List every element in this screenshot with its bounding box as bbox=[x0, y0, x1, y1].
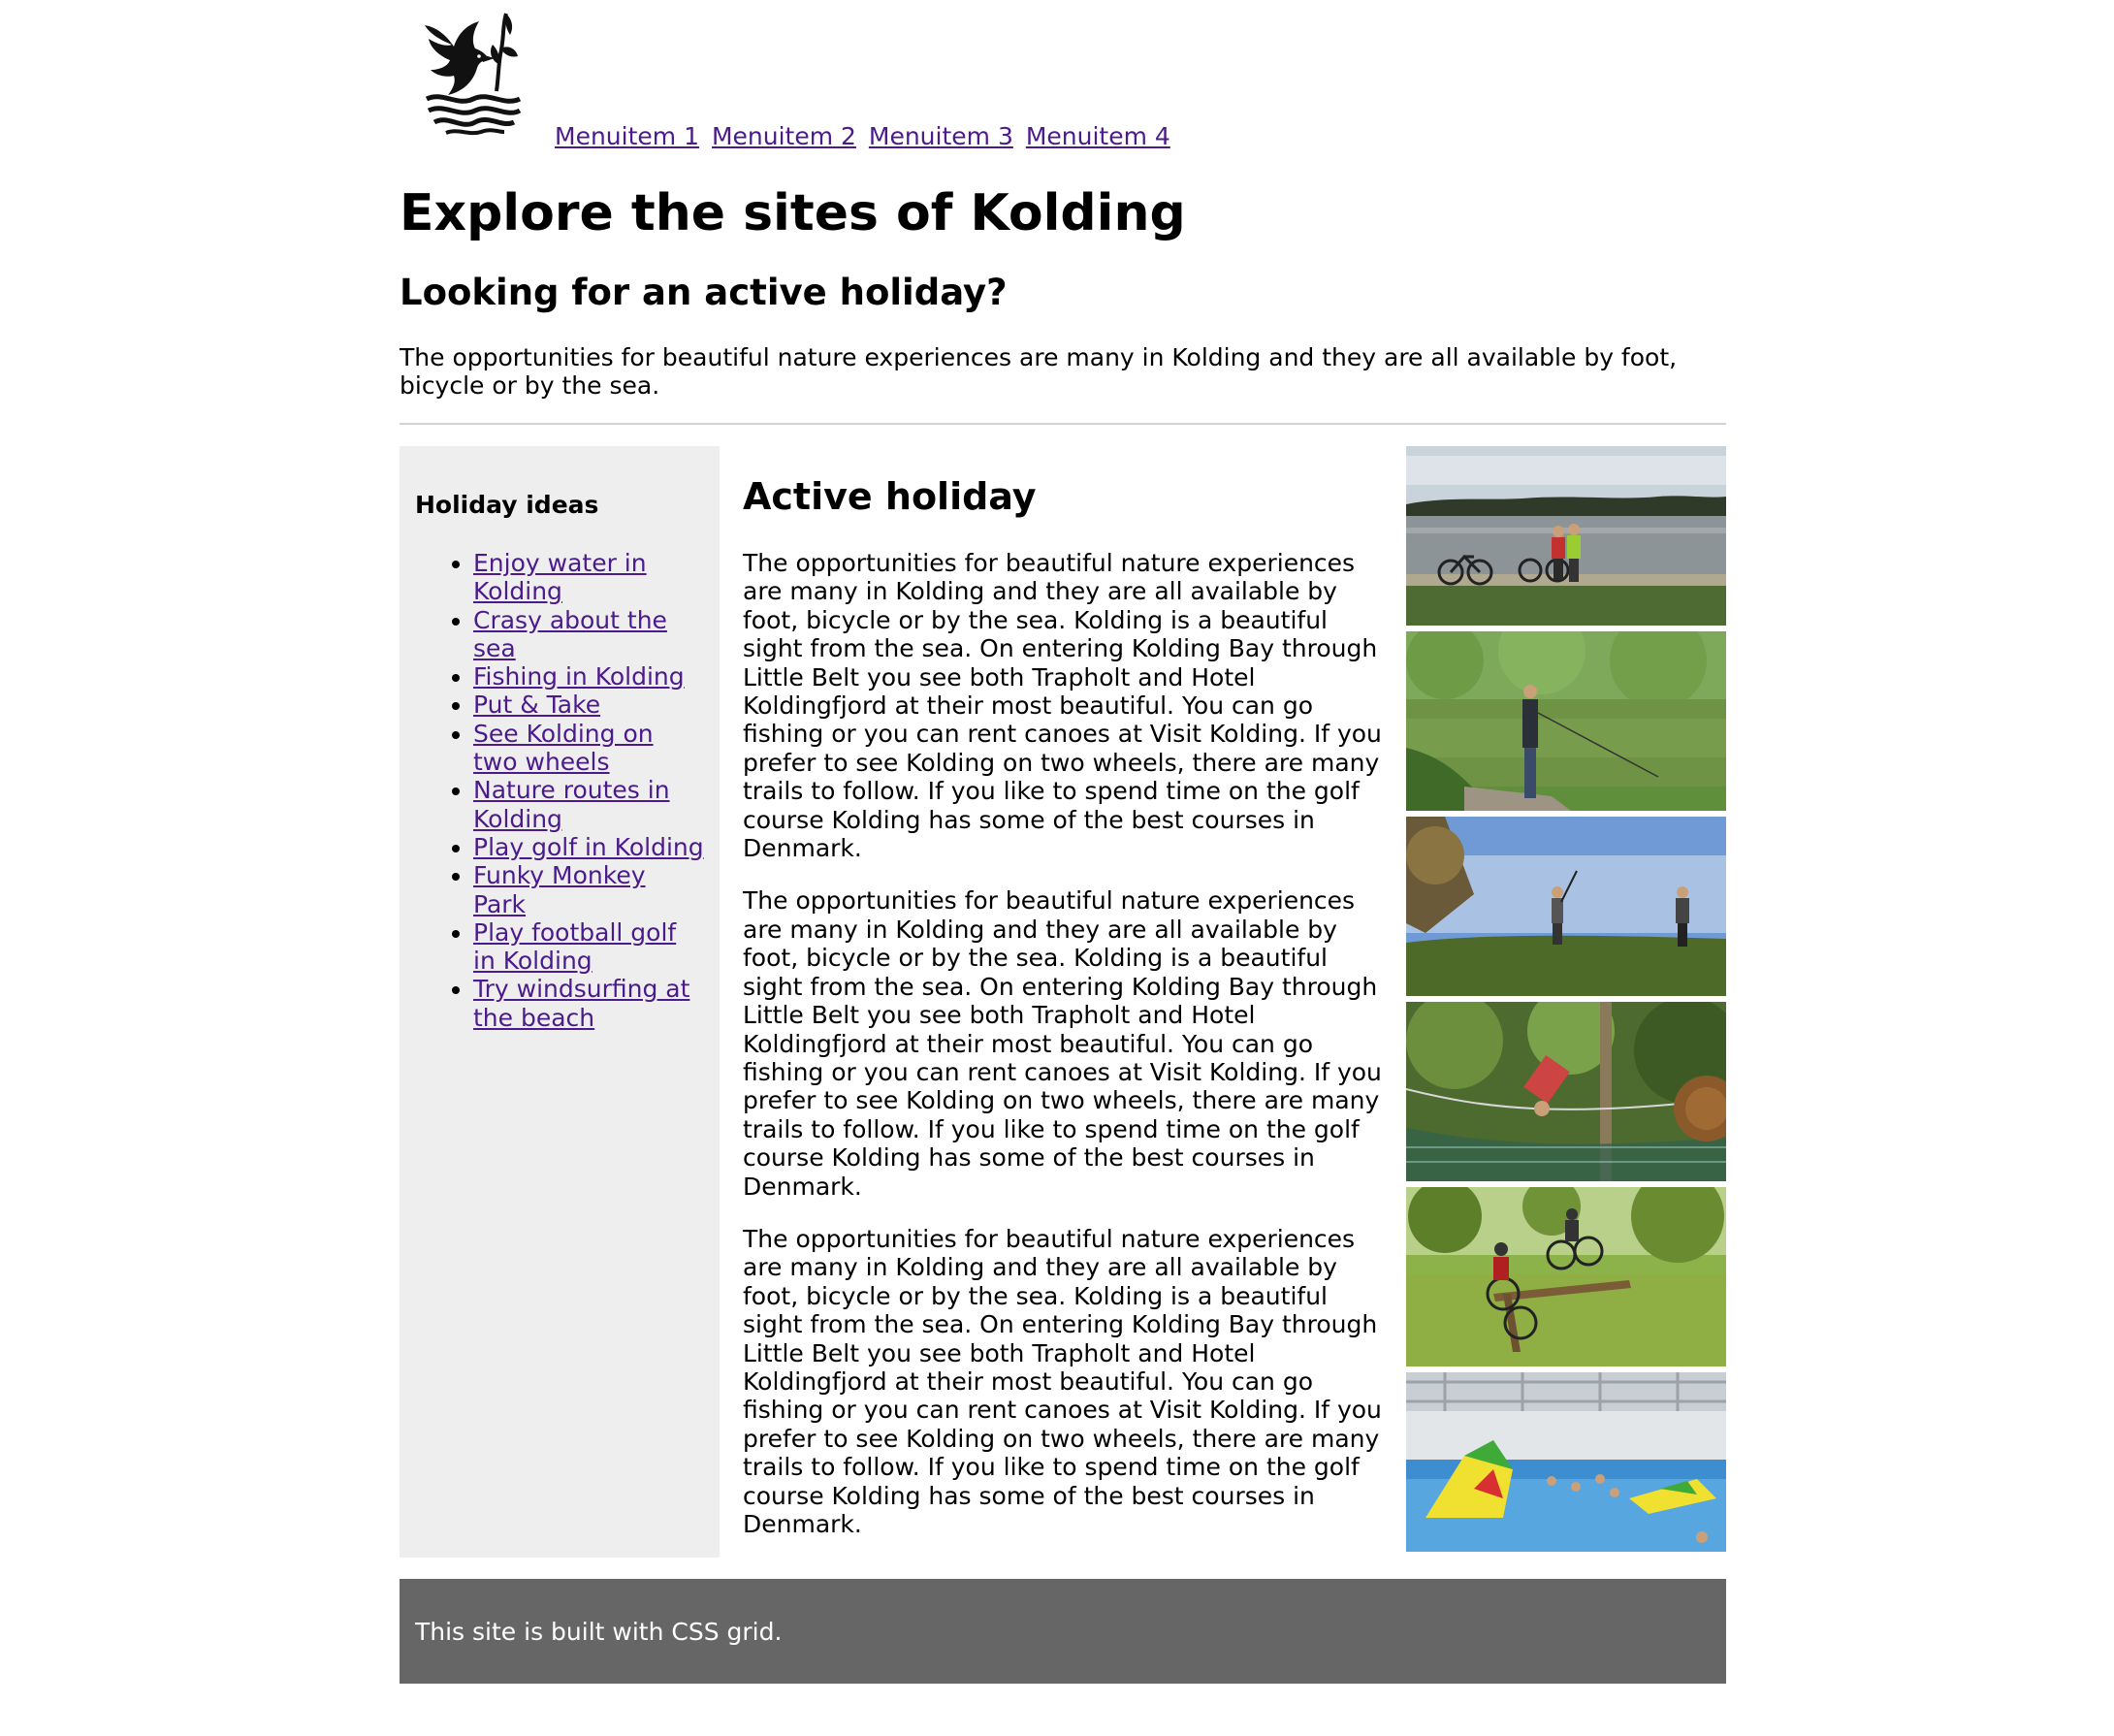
body-paragraph: The opportunities for beautiful nature e… bbox=[743, 549, 1382, 863]
holiday-link-windsurfing[interactable]: Try windsurfing at the beach bbox=[473, 975, 689, 1031]
photo-fishing-by-river bbox=[1406, 631, 1726, 811]
photo-indoor-water-park bbox=[1406, 1372, 1726, 1552]
footer-text: This site is built with CSS grid. bbox=[415, 1618, 783, 1646]
holiday-link-two-wheels[interactable]: See Kolding on two wheels bbox=[473, 720, 654, 776]
site-header: Menuitem 1 Menuitem 2 Menuitem 3 Menuite… bbox=[400, 0, 1726, 157]
list-item: Enjoy water in Kolding bbox=[473, 549, 704, 606]
photo-rope-course-park bbox=[1406, 1002, 1726, 1181]
photo-mountain-bikers bbox=[1406, 1187, 1726, 1366]
intro-text: The opportunities for beautiful nature e… bbox=[400, 343, 1678, 400]
menu-item-3[interactable]: Menuitem 3 bbox=[869, 122, 1013, 150]
holiday-link-nature-routes[interactable]: Nature routes in Kolding bbox=[473, 776, 670, 832]
holiday-ideas-list: Enjoy water in Kolding Crasy about the s… bbox=[415, 549, 704, 1032]
list-item: Nature routes in Kolding bbox=[473, 776, 704, 833]
list-item: Play football golf in Kolding bbox=[473, 918, 704, 976]
menu-item-4[interactable]: Menuitem 4 bbox=[1026, 122, 1170, 150]
holiday-link-enjoy-water[interactable]: Enjoy water in Kolding bbox=[473, 549, 647, 605]
kolding-bird-crest-logo-icon[interactable] bbox=[421, 6, 524, 136]
holiday-link-put-and-take[interactable]: Put & Take bbox=[473, 691, 600, 719]
body-paragraph: The opportunities for beautiful nature e… bbox=[743, 1224, 1382, 1538]
main-menu: Menuitem 1 Menuitem 2 Menuitem 3 Menuite… bbox=[555, 122, 1175, 151]
holiday-link-crasy-about-sea[interactable]: Crasy about the sea bbox=[473, 606, 667, 662]
holiday-link-golf[interactable]: Play golf in Kolding bbox=[473, 833, 704, 861]
section-heading: Active holiday bbox=[743, 475, 1037, 518]
page-title: Explore the sites of Kolding bbox=[400, 184, 1186, 242]
photo-cyclists-by-lake bbox=[1406, 446, 1726, 626]
holiday-link-football-golf[interactable]: Play football golf in Kolding bbox=[473, 918, 676, 975]
photo-golfers-on-hill bbox=[1406, 817, 1726, 996]
list-item: See Kolding on two wheels bbox=[473, 720, 704, 777]
content-grid: Holiday ideas Enjoy water in Kolding Cra… bbox=[400, 446, 1726, 1558]
page-subtitle: Looking for an active holiday? bbox=[400, 272, 1008, 313]
holiday-link-fishing[interactable]: Fishing in Kolding bbox=[473, 662, 685, 691]
body-paragraph: The opportunities for beautiful nature e… bbox=[743, 886, 1382, 1201]
menu-item-2[interactable]: Menuitem 2 bbox=[712, 122, 856, 150]
site-footer: This site is built with CSS grid. bbox=[400, 1579, 1726, 1684]
divider bbox=[400, 423, 1726, 425]
holiday-link-funky-monkey[interactable]: Funky Monkey Park bbox=[473, 861, 646, 917]
sidebar: Holiday ideas Enjoy water in Kolding Cra… bbox=[400, 446, 720, 1558]
photo-column bbox=[1406, 446, 1726, 1558]
list-item: Play golf in Kolding bbox=[473, 833, 704, 861]
list-item: Try windsurfing at the beach bbox=[473, 975, 704, 1032]
list-item: Funky Monkey Park bbox=[473, 861, 704, 918]
page: Menuitem 1 Menuitem 2 Menuitem 3 Menuite… bbox=[400, 0, 1726, 1684]
list-item: Crasy about the sea bbox=[473, 606, 704, 663]
list-item: Put & Take bbox=[473, 691, 704, 719]
list-item: Fishing in Kolding bbox=[473, 662, 704, 691]
menu-item-1[interactable]: Menuitem 1 bbox=[555, 122, 699, 150]
main-content: Active holiday The opportunities for bea… bbox=[743, 446, 1383, 1558]
sidebar-heading: Holiday ideas bbox=[415, 491, 599, 519]
